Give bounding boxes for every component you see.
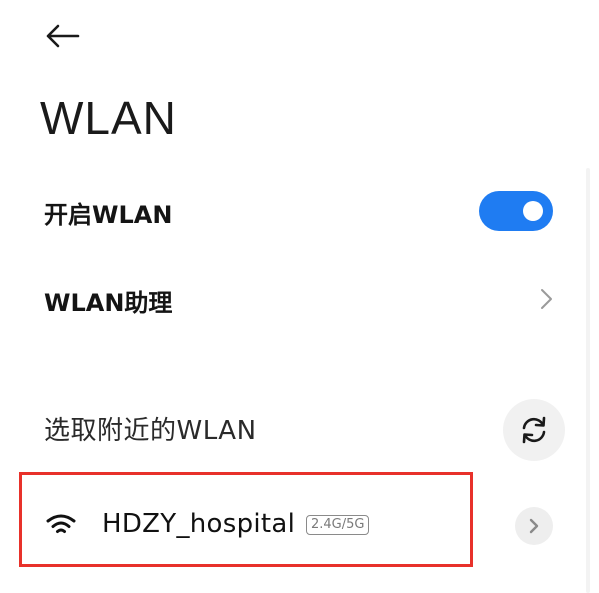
wlan-switch-row[interactable]: 开启WLAN — [0, 180, 599, 242]
arrow-left-icon — [46, 24, 80, 48]
wlan-assistant-row[interactable]: WLAN助理 — [0, 268, 599, 330]
page-title: WLAN — [40, 92, 177, 144]
scrollbar[interactable] — [586, 168, 590, 593]
chevron-right-icon — [529, 518, 539, 534]
network-detail-button[interactable] — [515, 507, 553, 545]
toggle-knob — [523, 201, 543, 221]
back-button[interactable] — [36, 14, 88, 58]
chevron-right-icon — [541, 289, 552, 309]
wifi-icon — [46, 514, 76, 533]
wlan-toggle[interactable] — [479, 191, 553, 231]
wlan-assistant-label: WLAN助理 — [44, 289, 173, 317]
band-badge: 2.4G/5G — [306, 515, 370, 535]
network-ssid: HDZY_hospital — [102, 509, 296, 539]
wlan-switch-label: 开启WLAN — [44, 201, 173, 229]
nearby-networks-header: 选取附近的WLAN — [44, 416, 257, 446]
refresh-button[interactable] — [503, 399, 565, 461]
network-item[interactable]: HDZY_hospital 2.4G/5G — [0, 495, 599, 559]
refresh-icon — [522, 416, 546, 444]
